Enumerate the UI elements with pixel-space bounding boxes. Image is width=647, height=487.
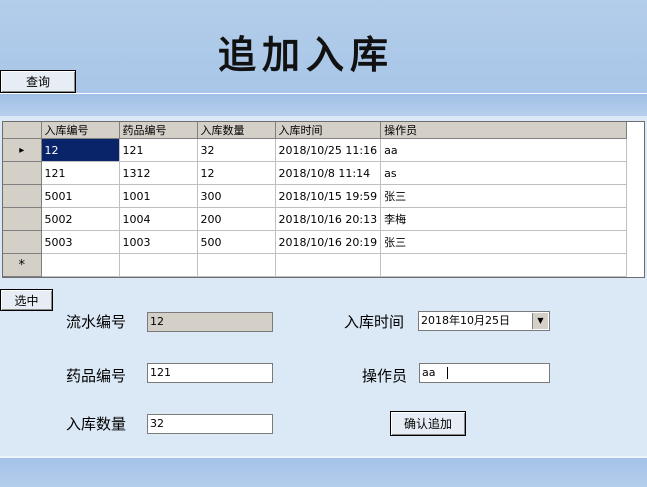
quantity-label: 入库数量 — [66, 415, 127, 433]
operator-value: aa — [422, 366, 436, 379]
row-header[interactable] — [3, 184, 42, 208]
table-cell[interactable]: 李梅 — [380, 207, 628, 231]
table-row[interactable]: 5002 1004 200 2018/10/16 20:13 李梅 — [3, 207, 628, 231]
quantity-field[interactable]: 32 — [147, 414, 273, 434]
table-cell[interactable] — [197, 253, 276, 277]
table-cell[interactable] — [119, 253, 198, 277]
table-cell[interactable]: 2018/10/15 19:59 — [275, 184, 382, 208]
chevron-down-icon[interactable]: ▼ — [532, 313, 548, 329]
table-cell[interactable]: 5003 — [41, 230, 120, 254]
new-row[interactable]: * — [3, 253, 628, 277]
table-cell[interactable]: as — [380, 161, 628, 185]
data-grid[interactable]: 入库编号 药品编号 入库数量 入库时间 操作员 ▸ 12 121 32 2018… — [2, 121, 645, 278]
table-cell[interactable]: 2018/10/16 20:19 — [275, 230, 382, 254]
table-cell[interactable]: 1001 — [119, 184, 198, 208]
table-cell[interactable]: 500 — [197, 230, 276, 254]
table-cell[interactable]: 300 — [197, 184, 276, 208]
time-picker[interactable]: 2018年10月25日 ▼ — [418, 311, 550, 331]
page-title: 追加入库 — [218, 32, 395, 77]
footer-band — [0, 456, 647, 487]
row-header[interactable] — [3, 230, 42, 254]
table-cell[interactable]: 5002 — [41, 207, 120, 231]
table-row[interactable]: 5003 1003 500 2018/10/16 20:19 张三 — [3, 230, 628, 254]
new-row-indicator-icon[interactable]: * — [3, 253, 42, 277]
column-header[interactable]: 入库时间 — [275, 122, 382, 139]
table-cell[interactable]: 12 — [41, 138, 120, 162]
row-header-corner — [3, 122, 42, 139]
table-cell[interactable]: 121 — [41, 161, 120, 185]
table-row[interactable]: ▸ 12 121 32 2018/10/25 11:16 aa — [3, 138, 628, 162]
table-cell[interactable]: 5001 — [41, 184, 120, 208]
column-header[interactable]: 操作员 — [380, 122, 628, 139]
serial-field[interactable]: 12 — [147, 312, 273, 332]
table-cell[interactable]: 12 — [197, 161, 276, 185]
table-cell[interactable]: 2018/10/25 11:16 — [275, 138, 382, 162]
table-row[interactable]: 5001 1001 300 2018/10/15 19:59 张三 — [3, 184, 628, 208]
table-row[interactable]: 121 1312 12 2018/10/8 11:14 as — [3, 161, 628, 185]
drug-id-label: 药品编号 — [66, 367, 127, 385]
time-value: 2018年10月25日 — [421, 314, 510, 327]
column-header[interactable]: 药品编号 — [119, 122, 198, 139]
table-cell[interactable]: 121 — [119, 138, 198, 162]
table-cell[interactable]: 1312 — [119, 161, 198, 185]
query-button[interactable]: 查询 — [0, 70, 76, 93]
column-header[interactable]: 入库编号 — [41, 122, 120, 139]
table-cell[interactable]: 200 — [197, 207, 276, 231]
select-button[interactable]: 选中 — [0, 289, 53, 311]
time-label: 入库时间 — [344, 313, 405, 331]
drug-id-field[interactable]: 121 — [147, 363, 273, 383]
confirm-add-button[interactable]: 确认追加 — [390, 411, 466, 436]
table-header-row: 入库编号 药品编号 入库数量 入库时间 操作员 — [3, 122, 628, 139]
operator-label: 操作员 — [362, 367, 408, 385]
table-cell[interactable] — [380, 253, 628, 277]
table-cell[interactable]: 2018/10/8 11:14 — [275, 161, 382, 185]
table-cell[interactable] — [41, 253, 120, 277]
table-cell[interactable]: 张三 — [380, 230, 628, 254]
data-table: 入库编号 药品编号 入库数量 入库时间 操作员 ▸ 12 121 32 2018… — [3, 122, 628, 277]
current-row-indicator-icon[interactable]: ▸ — [3, 138, 42, 162]
column-header[interactable]: 入库数量 — [197, 122, 276, 139]
table-cell[interactable]: 2018/10/16 20:13 — [275, 207, 382, 231]
table-cell[interactable]: 1003 — [119, 230, 198, 254]
table-cell[interactable]: 张三 — [380, 184, 628, 208]
table-cell[interactable]: 1004 — [119, 207, 198, 231]
operator-field[interactable]: aa — [419, 363, 550, 383]
table-cell[interactable] — [275, 253, 382, 277]
serial-label: 流水编号 — [66, 313, 127, 331]
row-header[interactable] — [3, 161, 42, 185]
table-cell[interactable]: 32 — [197, 138, 276, 162]
table-cell[interactable]: aa — [380, 138, 628, 162]
row-header[interactable] — [3, 207, 42, 231]
toolbar-strip — [0, 93, 647, 117]
text-cursor — [447, 367, 449, 379]
